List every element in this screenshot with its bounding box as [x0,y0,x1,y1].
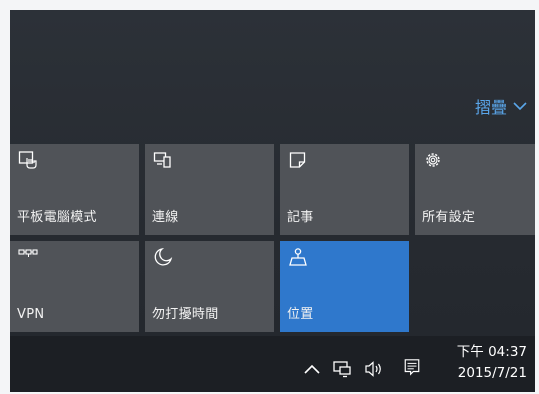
chevron-up-icon[interactable] [302,360,322,378]
collapse-label: 摺疊 [474,98,507,117]
taskbar: 下午 04:37 2015/7/21 [10,336,535,392]
collapse-button[interactable]: 摺疊 [475,94,527,118]
clock-date: 2015/7/21 [457,365,527,381]
location-icon [289,248,307,266]
tile-label: VPN [17,307,45,322]
network-icon[interactable] [332,360,352,378]
volume-icon[interactable] [364,360,384,378]
tile-vpn[interactable]: VPN [10,241,139,332]
action-center-panel: 摺疊 平板電腦模式 連線 記事 所有設定 VPN 勿打擾時間 位置 下午 04:… [10,10,535,392]
tile-label: 平板電腦模式 [17,210,97,225]
tablet-mode-icon [18,151,37,169]
tile-label: 記事 [287,210,314,225]
tile-label: 位置 [287,307,314,322]
action-center-icon[interactable] [402,358,422,376]
tile-tablet-mode[interactable]: 平板電腦模式 [10,144,139,235]
chevron-down-icon [513,102,527,111]
connect-icon [153,152,171,168]
tile-connect[interactable]: 連線 [145,144,274,235]
clock-time: 下午 04:37 [456,344,527,360]
tile-all-settings[interactable]: 所有設定 [415,144,535,235]
gear-icon [426,153,440,167]
tile-location[interactable]: 位置 [280,241,409,332]
vpn-icon [18,249,38,257]
tile-label: 所有設定 [422,210,476,225]
tile-quiet-hours[interactable]: 勿打擾時間 [145,241,274,332]
tile-label: 勿打擾時間 [152,307,219,322]
note-icon [289,152,306,168]
tile-label: 連線 [152,210,179,225]
system-clock[interactable]: 下午 04:37 2015/7/21 [457,342,527,384]
tile-note[interactable]: 記事 [280,144,409,235]
moon-icon [154,247,173,266]
